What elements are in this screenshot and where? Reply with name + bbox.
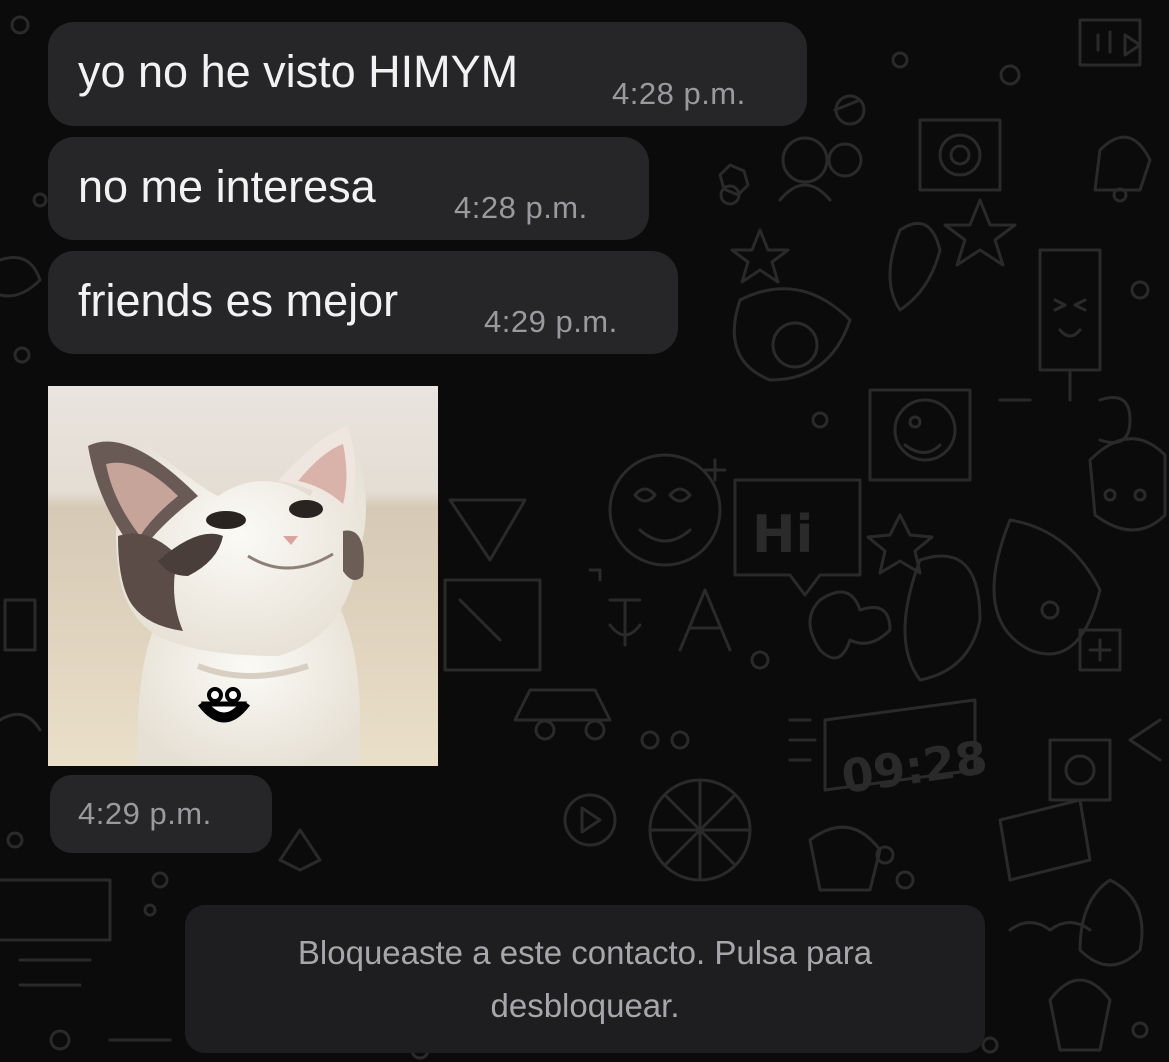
message-text: yo no he visto HIMYM (78, 46, 519, 97)
message-time: 4:28 p.m. (612, 76, 746, 111)
cat-photo[interactable] (48, 386, 438, 766)
chat-window: Hi 09:28 yo no he visto HIMYM 4:28 p.m. … (0, 0, 1169, 1062)
message-text: no me interesa (78, 161, 376, 212)
svg-text:Hi: Hi (752, 505, 813, 565)
message-time: 4:29 p.m. (484, 304, 618, 339)
blocked-notice-text: Bloqueaste a este contacto. Pulsa para d… (297, 934, 873, 1024)
image-time-badge: 4:29 p.m. (50, 775, 272, 853)
cat-image (48, 386, 438, 766)
svg-text:09:28: 09:28 (838, 730, 991, 804)
message-bubble[interactable]: yo no he visto HIMYM 4:28 p.m. (48, 22, 807, 126)
message-time: 4:28 p.m. (454, 190, 588, 225)
image-time: 4:29 p.m. (78, 796, 212, 831)
message-bubble[interactable]: no me interesa 4:28 p.m. (48, 137, 649, 240)
message-text: friends es mejor (78, 275, 399, 326)
blocked-contact-notice[interactable]: Bloqueaste a este contacto. Pulsa para d… (185, 905, 985, 1053)
message-bubble[interactable]: friends es mejor 4:29 p.m. (48, 251, 678, 354)
